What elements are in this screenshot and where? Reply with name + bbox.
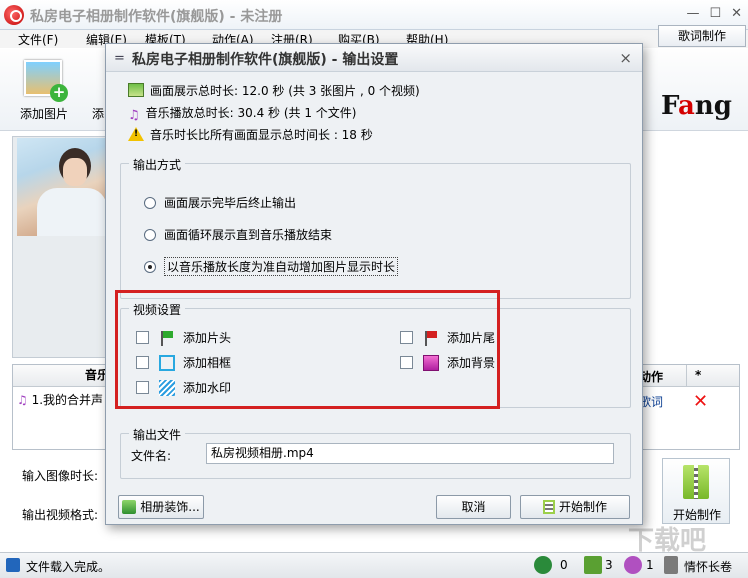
start-make-main-button[interactable]: 开始制作 <box>662 458 730 524</box>
picture-icon <box>128 83 144 97</box>
menu-file[interactable]: 文件(F) <box>18 31 58 48</box>
music-list-item[interactable]: ♫ 1.我的合并声 <box>17 391 103 408</box>
music-duration-info: ♫ 音乐播放总时长: 30.4 秒 (共 1 个文件) <box>128 106 357 123</box>
lyrics-button[interactable]: 歌词制作 <box>658 25 746 47</box>
delete-icon[interactable]: ✕ <box>693 391 708 412</box>
music-count-icon <box>624 556 642 574</box>
image-count: 3 <box>605 558 613 572</box>
add-picture-label[interactable]: 添加图片 <box>20 105 68 122</box>
brand-logo: Fang <box>661 91 732 121</box>
toolbar-label-partial[interactable]: 添 <box>92 105 104 122</box>
status-icon <box>6 558 20 572</box>
highlight-box <box>115 290 500 409</box>
start-make-button[interactable]: 开始制作 <box>520 495 630 519</box>
dialog-title-bar[interactable]: = 私房电子相册制作软件(旗舰版) - 输出设置 × <box>106 44 642 72</box>
status-bar: 文件载入完成。 0 3 1 情怀长卷 <box>0 552 748 578</box>
output-settings-dialog: = 私房电子相册制作软件(旗舰版) - 输出设置 × 画面展示总时长: 12.0… <box>105 43 643 525</box>
image-count-icon <box>584 556 602 574</box>
output-video-format-label: 输出视频格式: <box>22 508 99 522</box>
status-text: 文件载入完成。 <box>26 560 111 574</box>
radio-button[interactable] <box>144 196 156 209</box>
radio-loop-until-music-end[interactable]: 画面循环展示直到音乐播放结束 <box>144 226 332 243</box>
radio-extend-to-music-length[interactable]: 以音乐播放长度为准自动增加图片显示时长 <box>144 257 399 276</box>
dialog-close-icon[interactable]: × <box>619 49 632 67</box>
music-icon: ♫ <box>17 393 28 407</box>
input-image-duration-label: 输入图像时长: <box>22 469 99 483</box>
app-logo-icon <box>4 5 24 25</box>
star-header: * <box>695 368 702 382</box>
music-note-icon: ♫ <box>128 108 140 123</box>
dialog-title: 私房电子相册制作软件(旗舰版) - 输出设置 <box>132 52 399 68</box>
video-count-icon <box>534 556 552 574</box>
video-count: 0 <box>560 558 568 572</box>
maximize-icon[interactable]: ☐ <box>709 6 721 21</box>
photo-thumbnail[interactable] <box>17 138 110 236</box>
main-window-title: 私房电子相册制作软件(旗舰版) - 未注册 <box>30 9 283 25</box>
radio-button-selected[interactable] <box>144 260 156 273</box>
output-mode-label: 输出方式 <box>129 156 186 173</box>
main-title-bar: 私房电子相册制作软件(旗舰版) - 未注册 — ☐ ✕ <box>0 0 748 30</box>
minimize-icon[interactable]: — <box>686 6 699 21</box>
current-song: 情怀长卷 <box>684 560 733 574</box>
decorate-icon <box>122 500 137 514</box>
file-name-label: 文件名: <box>131 449 172 463</box>
radio-stop-after-pictures[interactable]: 画面展示完毕后终止输出 <box>144 194 296 211</box>
add-picture-icon[interactable]: + <box>24 60 68 102</box>
output-file-label: 输出文件 <box>129 426 186 443</box>
cancel-button[interactable]: 取消 <box>436 495 511 519</box>
music-count: 1 <box>646 558 654 572</box>
menu-icon[interactable]: = <box>114 51 125 66</box>
file-name-input[interactable]: 私房视频相册.mp4 <box>206 443 614 464</box>
zip-icon <box>683 465 709 499</box>
decorate-button[interactable]: 相册装饰... <box>118 495 204 519</box>
radio-button[interactable] <box>144 228 156 241</box>
song-icon <box>664 556 678 574</box>
picture-duration-info: 画面展示总时长: 12.0 秒 (共 3 张图片 , 0 个视频) <box>128 82 420 99</box>
warning-icon: ! <box>128 127 144 141</box>
duration-warning: ! 音乐时长比所有画面显示总时间长 : 18 秒 <box>128 126 373 143</box>
zip-icon <box>542 500 555 514</box>
close-icon[interactable]: ✕ <box>731 6 742 21</box>
